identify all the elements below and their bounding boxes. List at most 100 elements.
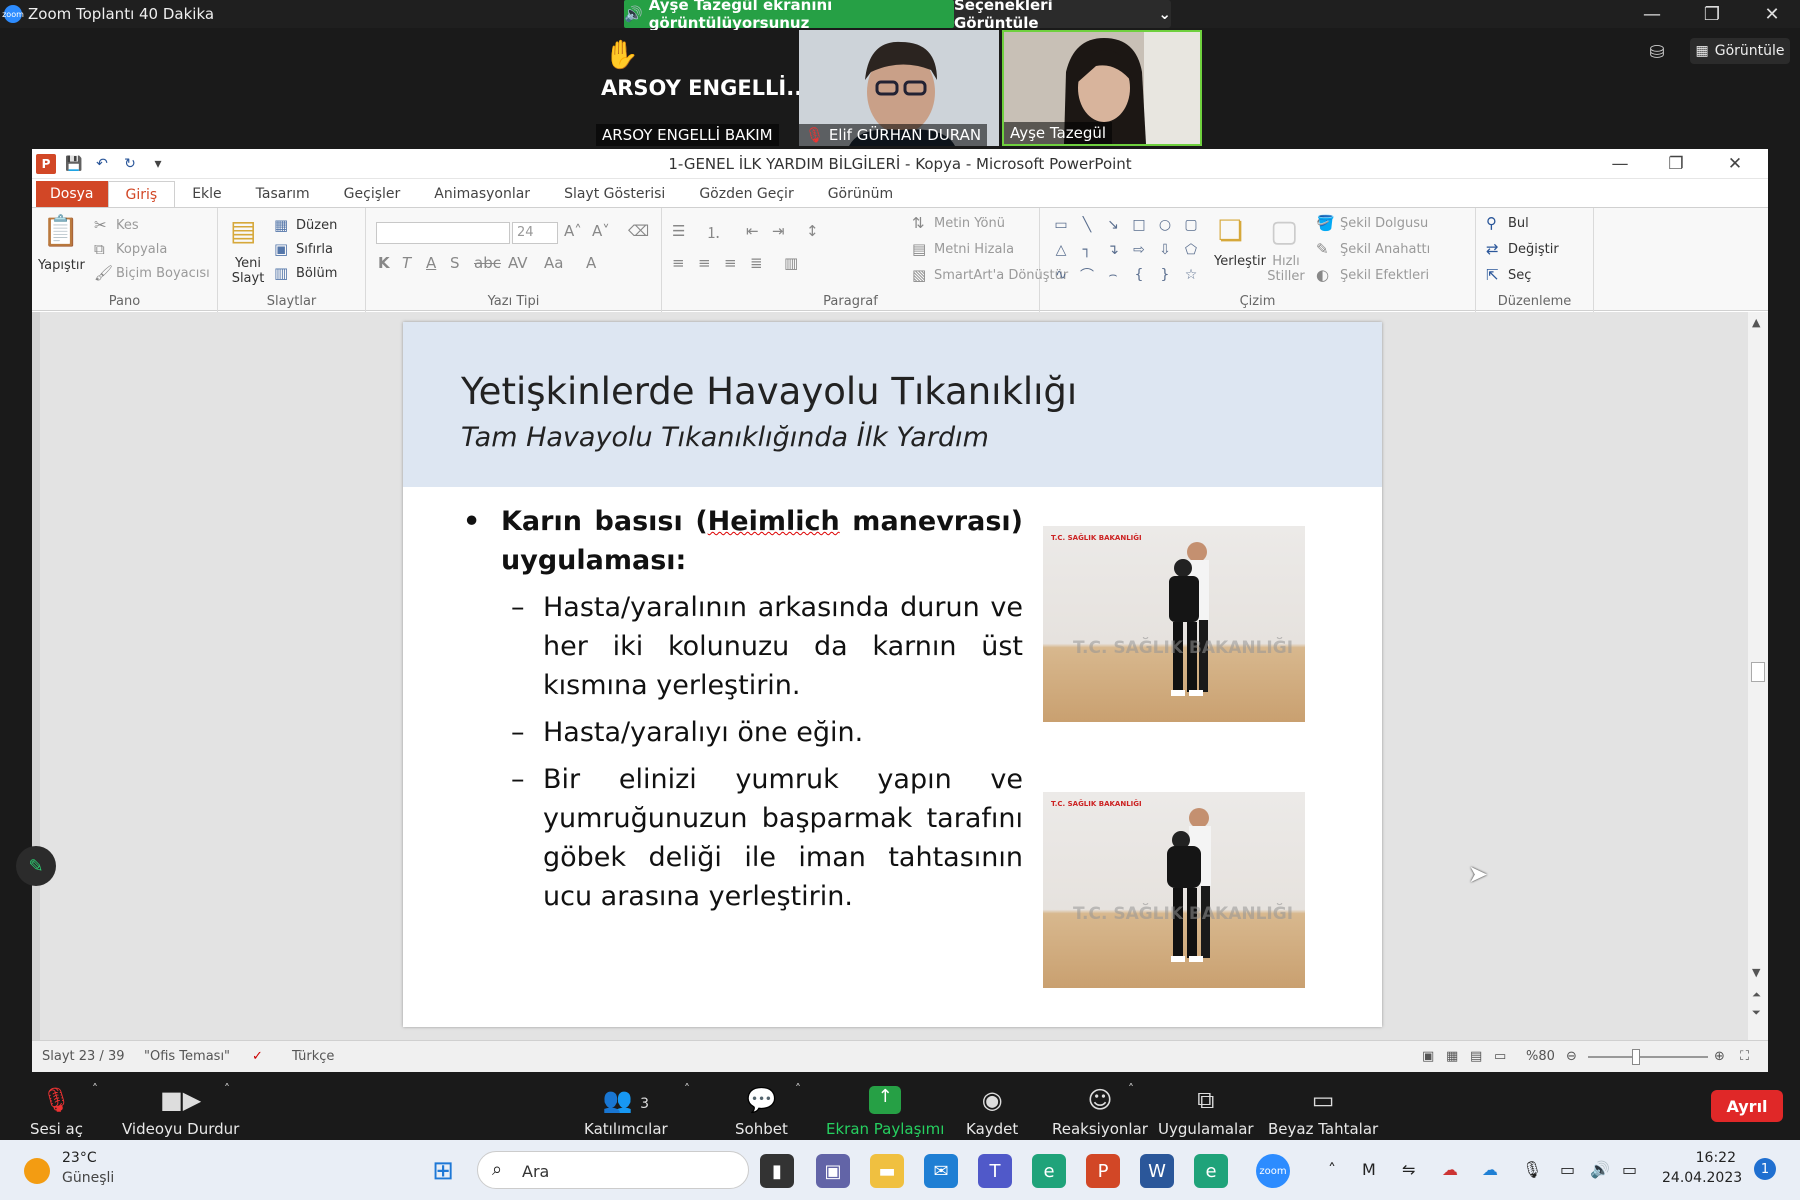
arrange-icon[interactable]: ❏ bbox=[1218, 214, 1243, 247]
clear-format-icon[interactable]: ⌫ bbox=[628, 222, 649, 240]
normal-view-icon[interactable]: ▣ bbox=[1422, 1049, 1434, 1064]
underline-icon[interactable]: A bbox=[426, 254, 436, 272]
slide-sorter-icon[interactable]: ▦ bbox=[1446, 1049, 1458, 1064]
line-spacing-icon[interactable]: ↕ bbox=[806, 222, 819, 240]
participants-caret[interactable]: ˄ bbox=[684, 1082, 690, 1096]
temperature[interactable]: 23°C bbox=[62, 1150, 97, 1166]
arc-shape-icon[interactable]: ⌒ bbox=[1078, 266, 1096, 284]
new-slide-button[interactable]: Yeni Slayt bbox=[228, 256, 268, 286]
squiggle-shape-icon[interactable]: ∿ bbox=[1052, 266, 1070, 284]
textbox-shape-icon[interactable]: ▭ bbox=[1052, 216, 1070, 234]
reactions-caret[interactable]: ˄ bbox=[1128, 1082, 1134, 1096]
ppt-close-button[interactable]: ✕ bbox=[1715, 153, 1755, 175]
heimlich-photo-2[interactable]: T.C. SAĞLIK BAKANLIĞI T.C. SAĞLIK BAKANL… bbox=[1043, 792, 1305, 988]
language-indicator[interactable]: Türkçe bbox=[292, 1049, 334, 1064]
zoom-out-icon[interactable]: ⊖ bbox=[1566, 1049, 1577, 1064]
taskbar-search[interactable]: ⌕ Ara bbox=[477, 1151, 749, 1189]
zoom-slider[interactable] bbox=[1588, 1056, 1708, 1058]
tab-slayt-gosterisi[interactable]: Slayt Gösterisi bbox=[547, 181, 682, 207]
mail-icon[interactable]: ✉ bbox=[924, 1154, 958, 1188]
record-button[interactable]: ◉ Kaydet bbox=[966, 1078, 1018, 1138]
participants-button[interactable]: 👥 3 Katılımcılar bbox=[584, 1078, 668, 1138]
ppt-minimize-button[interactable]: — bbox=[1600, 153, 1640, 175]
tab-dosya[interactable]: Dosya bbox=[36, 181, 108, 207]
align-center-icon[interactable]: ≡ bbox=[698, 254, 711, 272]
rectangle-shape-icon[interactable]: □ bbox=[1130, 216, 1148, 234]
find-button[interactable]: Bul bbox=[1508, 216, 1529, 231]
freeform-shape-icon[interactable]: ⬠ bbox=[1182, 241, 1200, 259]
select-button[interactable]: Seç bbox=[1508, 268, 1531, 283]
battery-icon[interactable]: ▭ bbox=[1622, 1160, 1637, 1179]
columns-icon[interactable]: ▥ bbox=[784, 254, 798, 272]
zoom-in-icon[interactable]: ⊕ bbox=[1714, 1049, 1725, 1064]
clock-time[interactable]: 16:22 bbox=[1676, 1150, 1736, 1166]
bullets-icon[interactable]: ☰ bbox=[672, 222, 685, 240]
annotate-pen-icon[interactable]: ✎ bbox=[16, 846, 56, 886]
restore-button[interactable]: ❐ bbox=[1692, 2, 1732, 26]
scroll-thumb[interactable] bbox=[1751, 662, 1765, 682]
paste-button[interactable]: Yapıştır bbox=[38, 258, 85, 273]
previous-slide-icon[interactable]: ⏶ bbox=[1752, 988, 1761, 1002]
apps-button[interactable]: ⧉ Uygulamalar bbox=[1158, 1078, 1254, 1138]
zoom-taskbar-icon[interactable]: zoom bbox=[1256, 1154, 1290, 1188]
cut-button[interactable]: Kes bbox=[116, 218, 139, 233]
stop-video-button[interactable]: ■▶ Videoyu Durdur bbox=[122, 1078, 239, 1138]
powerpoint-taskbar-icon[interactable]: P bbox=[1086, 1154, 1120, 1188]
edge-icon[interactable]: e bbox=[1032, 1154, 1066, 1188]
font-color-icon[interactable]: A bbox=[586, 254, 596, 272]
whiteboards-button[interactable]: ▭ Beyaz Tahtalar bbox=[1268, 1078, 1378, 1138]
slide-thumbnail-pane[interactable] bbox=[32, 312, 40, 1040]
minimize-button[interactable]: — bbox=[1632, 2, 1672, 26]
vertical-scrollbar[interactable]: ▲ ▼ ⏶ ⏷ bbox=[1748, 312, 1768, 1040]
grow-font-icon[interactable]: A˄ bbox=[564, 222, 582, 240]
left-brace-icon[interactable]: { bbox=[1130, 266, 1148, 284]
down-arrow-shape-icon[interactable]: ⇩ bbox=[1156, 241, 1174, 259]
word-taskbar-icon[interactable]: W bbox=[1140, 1154, 1174, 1188]
align-right-icon[interactable]: ≡ bbox=[724, 254, 737, 272]
scroll-down-icon[interactable]: ▼ bbox=[1752, 966, 1760, 979]
change-case-icon[interactable]: Aa bbox=[544, 254, 563, 272]
rounded-rect-shape-icon[interactable]: ▢ bbox=[1182, 216, 1200, 234]
tab-gorunum[interactable]: Görünüm bbox=[811, 181, 910, 207]
volume-icon[interactable]: 🔊 bbox=[1590, 1160, 1610, 1179]
slide-subtitle[interactable]: Tam Havayolu Tıkanıklığında İlk Yardım bbox=[461, 422, 989, 453]
layout-button[interactable]: Düzen bbox=[296, 218, 337, 233]
weather-text[interactable]: Güneşli bbox=[62, 1170, 114, 1186]
clock-date[interactable]: 24.04.2023 bbox=[1662, 1170, 1742, 1186]
edge-beta-icon[interactable]: e bbox=[1194, 1154, 1228, 1188]
curve-shape-icon[interactable]: ⌢ bbox=[1104, 266, 1122, 284]
slideshow-icon[interactable]: ▭ bbox=[1494, 1049, 1506, 1064]
participant-tile-ayse[interactable]: Ayşe Tazegül bbox=[1002, 30, 1202, 146]
format-painter-button[interactable]: Biçim Boyacısı bbox=[116, 266, 210, 281]
reset-button[interactable]: Sıfırla bbox=[296, 242, 333, 257]
zoom-slider-thumb[interactable] bbox=[1632, 1049, 1640, 1065]
immersive-view-icon[interactable]: ⛁ bbox=[1645, 40, 1669, 64]
arrow-line-shape-icon[interactable]: ↘ bbox=[1104, 216, 1122, 234]
task-view-icon[interactable]: ▮ bbox=[760, 1154, 794, 1188]
triangle-shape-icon[interactable]: △ bbox=[1052, 241, 1070, 259]
align-left-icon[interactable]: ≡ bbox=[672, 254, 685, 272]
show-hidden-icons[interactable]: ˄ bbox=[1328, 1160, 1336, 1179]
teams-icon[interactable]: T bbox=[978, 1154, 1012, 1188]
slide-title[interactable]: Yetişkinlerde Havayolu Tıkanıklığı bbox=[461, 370, 1077, 413]
view-options-button[interactable]: Seçenekleri Görüntüle ⌄ bbox=[954, 0, 1171, 32]
slide-canvas[interactable]: Yetişkinlerde Havayolu Tıkanıklığı Tam H… bbox=[403, 322, 1382, 1027]
tab-gecisler[interactable]: Geçişler bbox=[327, 181, 418, 207]
video-options-caret[interactable]: ˄ bbox=[224, 1082, 230, 1096]
settings-tray-icon[interactable]: ⇋ bbox=[1402, 1160, 1415, 1179]
elbow-connector-icon[interactable]: ┐ bbox=[1078, 241, 1096, 259]
shape-outline-button[interactable]: Şekil Anahattı bbox=[1340, 242, 1430, 257]
next-slide-icon[interactable]: ⏷ bbox=[1752, 1006, 1761, 1020]
spellcheck-icon[interactable]: ✓ bbox=[252, 1049, 263, 1064]
chat-button[interactable]: 💬 Sohbet bbox=[735, 1078, 788, 1138]
sync-error-icon[interactable]: ☁ bbox=[1442, 1160, 1458, 1179]
line-shape-icon[interactable]: ╲ bbox=[1078, 216, 1096, 234]
justify-icon[interactable]: ≣ bbox=[750, 254, 763, 272]
tab-ekle[interactable]: Ekle bbox=[175, 181, 238, 207]
font-family-select[interactable] bbox=[376, 222, 510, 244]
decrease-indent-icon[interactable]: ⇤ bbox=[746, 222, 759, 240]
strikethrough-icon[interactable]: abc bbox=[474, 254, 501, 272]
quick-styles-button[interactable]: Hızlı Stiller bbox=[1266, 254, 1306, 284]
zoom-level[interactable]: %80 bbox=[1526, 1049, 1555, 1064]
numbering-icon[interactable]: ⒈ bbox=[706, 222, 721, 243]
